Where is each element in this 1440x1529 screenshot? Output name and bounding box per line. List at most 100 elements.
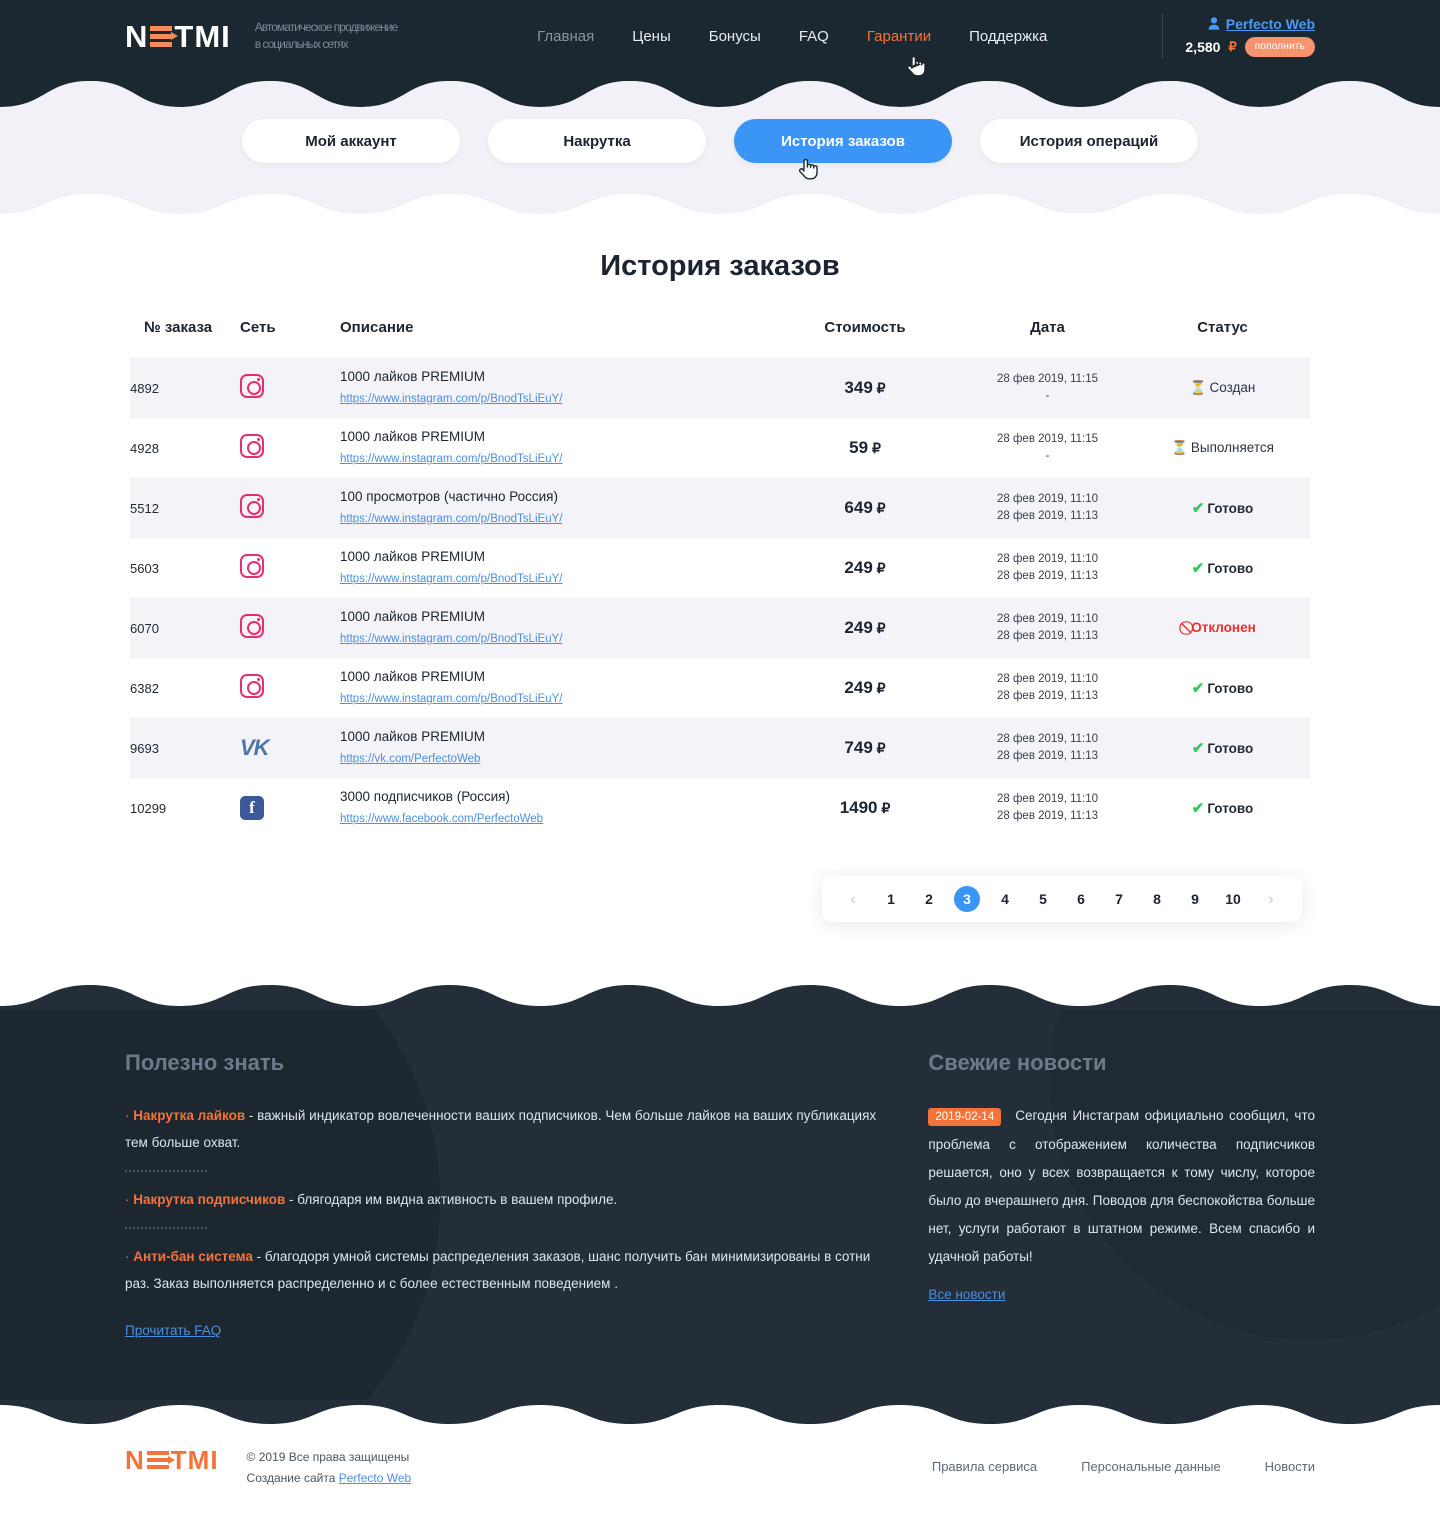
description-link[interactable]: https://vk.com/PerfectoWeb	[340, 753, 480, 765]
table-row[interactable]: 9693 VK 1000 лайков PREMIUM https://vk.com/…	[130, 718, 1310, 778]
cell-date: 28 фев 2019, 11:15-	[996, 373, 1099, 402]
cell-date: 28 фев 2019, 11:10 28 фев 2019, 11:13	[996, 733, 1099, 762]
topup-button[interactable]: пополнить	[1244, 36, 1315, 57]
cell-date: 28 фев 2019, 11:10 28 фев 2019, 11:13	[996, 553, 1099, 582]
useful-term-2: Накрутка подписчиков	[133, 1192, 286, 1207]
description-title: 3000 подписчиков (Россия)	[340, 789, 510, 804]
instagram-icon	[240, 373, 264, 398]
tabs-band: Мой аккаунт Накрутка История заказов Ист…	[0, 111, 1440, 193]
description-title: 1000 лайков PREMIUM	[340, 729, 485, 744]
description-link[interactable]: https://www.instagram.com/p/BnodTsLiEuY/	[340, 393, 562, 405]
tagline-line-1: Автоматическое продвижение	[254, 20, 398, 34]
logo-letter-e-icon	[150, 25, 179, 47]
footer-link-terms[interactable]: Правила сервиса	[932, 1459, 1037, 1474]
table-row[interactable]: 5512 100 просмотров (частично Россия) http…	[130, 478, 1310, 538]
pagination: ‹ 1 2 3 4 5 6 7 8 9 10 ›	[822, 876, 1302, 922]
tab-boost[interactable]: Накрутка	[488, 119, 706, 163]
tab-operation-history[interactable]: История операций	[980, 119, 1198, 163]
site-header: N TMI Автоматическое продвижение в социа…	[0, 0, 1440, 78]
balance-amount: 2,580	[1185, 38, 1221, 55]
news-body: 2019-02-14 Сегодня Инстаграм официально с…	[928, 1102, 1315, 1271]
footer-link-news[interactable]: Новости	[1265, 1459, 1315, 1474]
logo-letter-n: N	[125, 18, 149, 54]
useful-item-2: · Накрутка подписчиков - блягодаря им ви…	[125, 1186, 878, 1213]
logo-letters-tmi: TMI	[174, 18, 231, 54]
description-link[interactable]: https://www.instagram.com/p/BnodTsLiEuY/	[340, 633, 562, 645]
description-link[interactable]: https://www.facebook.com/PerfectoWeb	[340, 813, 543, 825]
pagination-page-4[interactable]: 4	[992, 886, 1018, 912]
footer-info: Полезно знать · Накрутка лайков - важный…	[0, 1010, 1440, 1400]
check-icon: ✔	[1191, 740, 1205, 757]
pagination-wrap: ‹ 1 2 3 4 5 6 7 8 9 10 ›	[130, 876, 1310, 922]
instagram-icon	[240, 433, 264, 458]
pagination-prev[interactable]: ‹	[840, 886, 866, 912]
page-root: N TMI Автоматическое продвижение в социа…	[0, 0, 1440, 1529]
tab-my-account[interactable]: Мой аккаунт	[242, 119, 460, 163]
account-username[interactable]: Perfecto Web	[1226, 16, 1315, 32]
description-link[interactable]: https://www.instagram.com/p/BnodTsLiEuY/	[340, 453, 562, 465]
pagination-page-3[interactable]: 3	[954, 886, 980, 912]
col-header-price: Стоимость	[824, 319, 906, 336]
cell-network	[240, 478, 340, 538]
cell-description: 1000 лайков PREMIUM https://vk.com/Perfec…	[340, 718, 770, 778]
cell-status: ✔ Готово	[1191, 740, 1254, 757]
pagination-page-5[interactable]: 5	[1030, 886, 1056, 912]
pagination-next[interactable]: ›	[1258, 886, 1284, 912]
facebook-icon: f	[240, 796, 264, 820]
nav-item-guarantees[interactable]: Гарантии	[867, 28, 931, 45]
made-by-link[interactable]: Perfecto Web	[339, 1471, 411, 1485]
table-row[interactable]: 6382 1000 лайков PREMIUM https://www.insta…	[130, 658, 1310, 718]
site-logo[interactable]: N TMI Автоматическое продвижение в социа…	[125, 18, 398, 54]
cell-date: 28 фев 2019, 11:10 28 фев 2019, 11:13	[996, 673, 1099, 702]
user-icon	[1208, 17, 1220, 30]
useful-item-1: · Накрутка лайков - важный индикатор вов…	[125, 1102, 878, 1156]
description-link[interactable]: https://www.instagram.com/p/BnodTsLiEuY/	[340, 693, 562, 705]
pagination-page-9[interactable]: 9	[1182, 886, 1208, 912]
nav-item-bonuses[interactable]: Бонусы	[709, 28, 761, 45]
table-row[interactable]: 4928 1000 лайков PREMIUM https://www.insta…	[130, 418, 1310, 478]
nav-item-support[interactable]: Поддержка	[969, 28, 1047, 45]
nav-item-prices[interactable]: Цены	[632, 28, 671, 45]
pagination-page-10[interactable]: 10	[1220, 886, 1246, 912]
description-link[interactable]: https://www.instagram.com/p/BnodTsLiEuY/	[340, 513, 562, 525]
bullet-icon-2: ·	[125, 1192, 134, 1207]
footer-logo-wordmark: N TMI	[125, 1447, 219, 1473]
table-row[interactable]: 5603 1000 лайков PREMIUM https://www.insta…	[130, 538, 1310, 598]
instagram-icon	[240, 493, 264, 518]
footer-logo[interactable]: N TMI	[125, 1447, 219, 1473]
pagination-page-1[interactable]: 1	[878, 886, 904, 912]
pagination-page-8[interactable]: 8	[1144, 886, 1170, 912]
pagination-page-6[interactable]: 6	[1068, 886, 1094, 912]
cell-order-id: 5603	[130, 560, 159, 576]
table-row[interactable]: 6070 1000 лайков PREMIUM https://www.insta…	[130, 598, 1310, 658]
tagline-line-2: в социальных сетях	[254, 37, 349, 51]
read-faq-link[interactable]: Прочитать FAQ	[125, 1323, 221, 1338]
main-nav: Главная Цены Бонусы FAQ Гарантии Поддерж…	[537, 28, 1047, 76]
cell-price: 1490 ₽	[839, 798, 891, 817]
cell-status: ✔ Готово	[1191, 680, 1254, 697]
main-content: История заказов № заказа Сеть Описание С…	[0, 218, 1440, 922]
footer-link-privacy[interactable]: Персональные данные	[1081, 1459, 1221, 1474]
nav-item-home[interactable]: Главная	[537, 28, 594, 45]
description-title: 1000 лайков PREMIUM	[340, 429, 485, 444]
footer-logo-letter-e-icon	[146, 1451, 175, 1469]
pagination-page-7[interactable]: 7	[1106, 886, 1132, 912]
table-row[interactable]: 10299 f 3000 подписчиков (Россия) https://w…	[130, 778, 1310, 838]
cell-date: 28 фев 2019, 11:10 28 фев 2019, 11:13	[996, 613, 1099, 642]
all-news-link[interactable]: Все новости	[928, 1287, 1005, 1302]
table-row[interactable]: 4892 1000 лайков PREMIUM https://www.insta…	[130, 358, 1310, 418]
description-link[interactable]: https://www.instagram.com/p/BnodTsLiEuY/	[340, 573, 562, 585]
cell-network	[240, 538, 340, 598]
cell-network	[240, 358, 340, 418]
check-icon: ✔	[1191, 680, 1205, 697]
made-by-line: Создание сайта Perfecto Web	[247, 1468, 412, 1489]
tab-order-history[interactable]: История заказов	[734, 119, 952, 163]
cell-description: 3000 подписчиков (Россия) https://www.fac…	[340, 778, 770, 838]
cell-network	[240, 598, 340, 658]
pagination-page-2[interactable]: 2	[916, 886, 942, 912]
account-user[interactable]: Perfecto Web	[1185, 16, 1315, 32]
useful-heading: Полезно знать	[125, 1050, 285, 1075]
cell-network	[240, 658, 340, 718]
wave-divider-header	[0, 77, 1440, 111]
nav-item-faq[interactable]: FAQ	[799, 28, 829, 45]
